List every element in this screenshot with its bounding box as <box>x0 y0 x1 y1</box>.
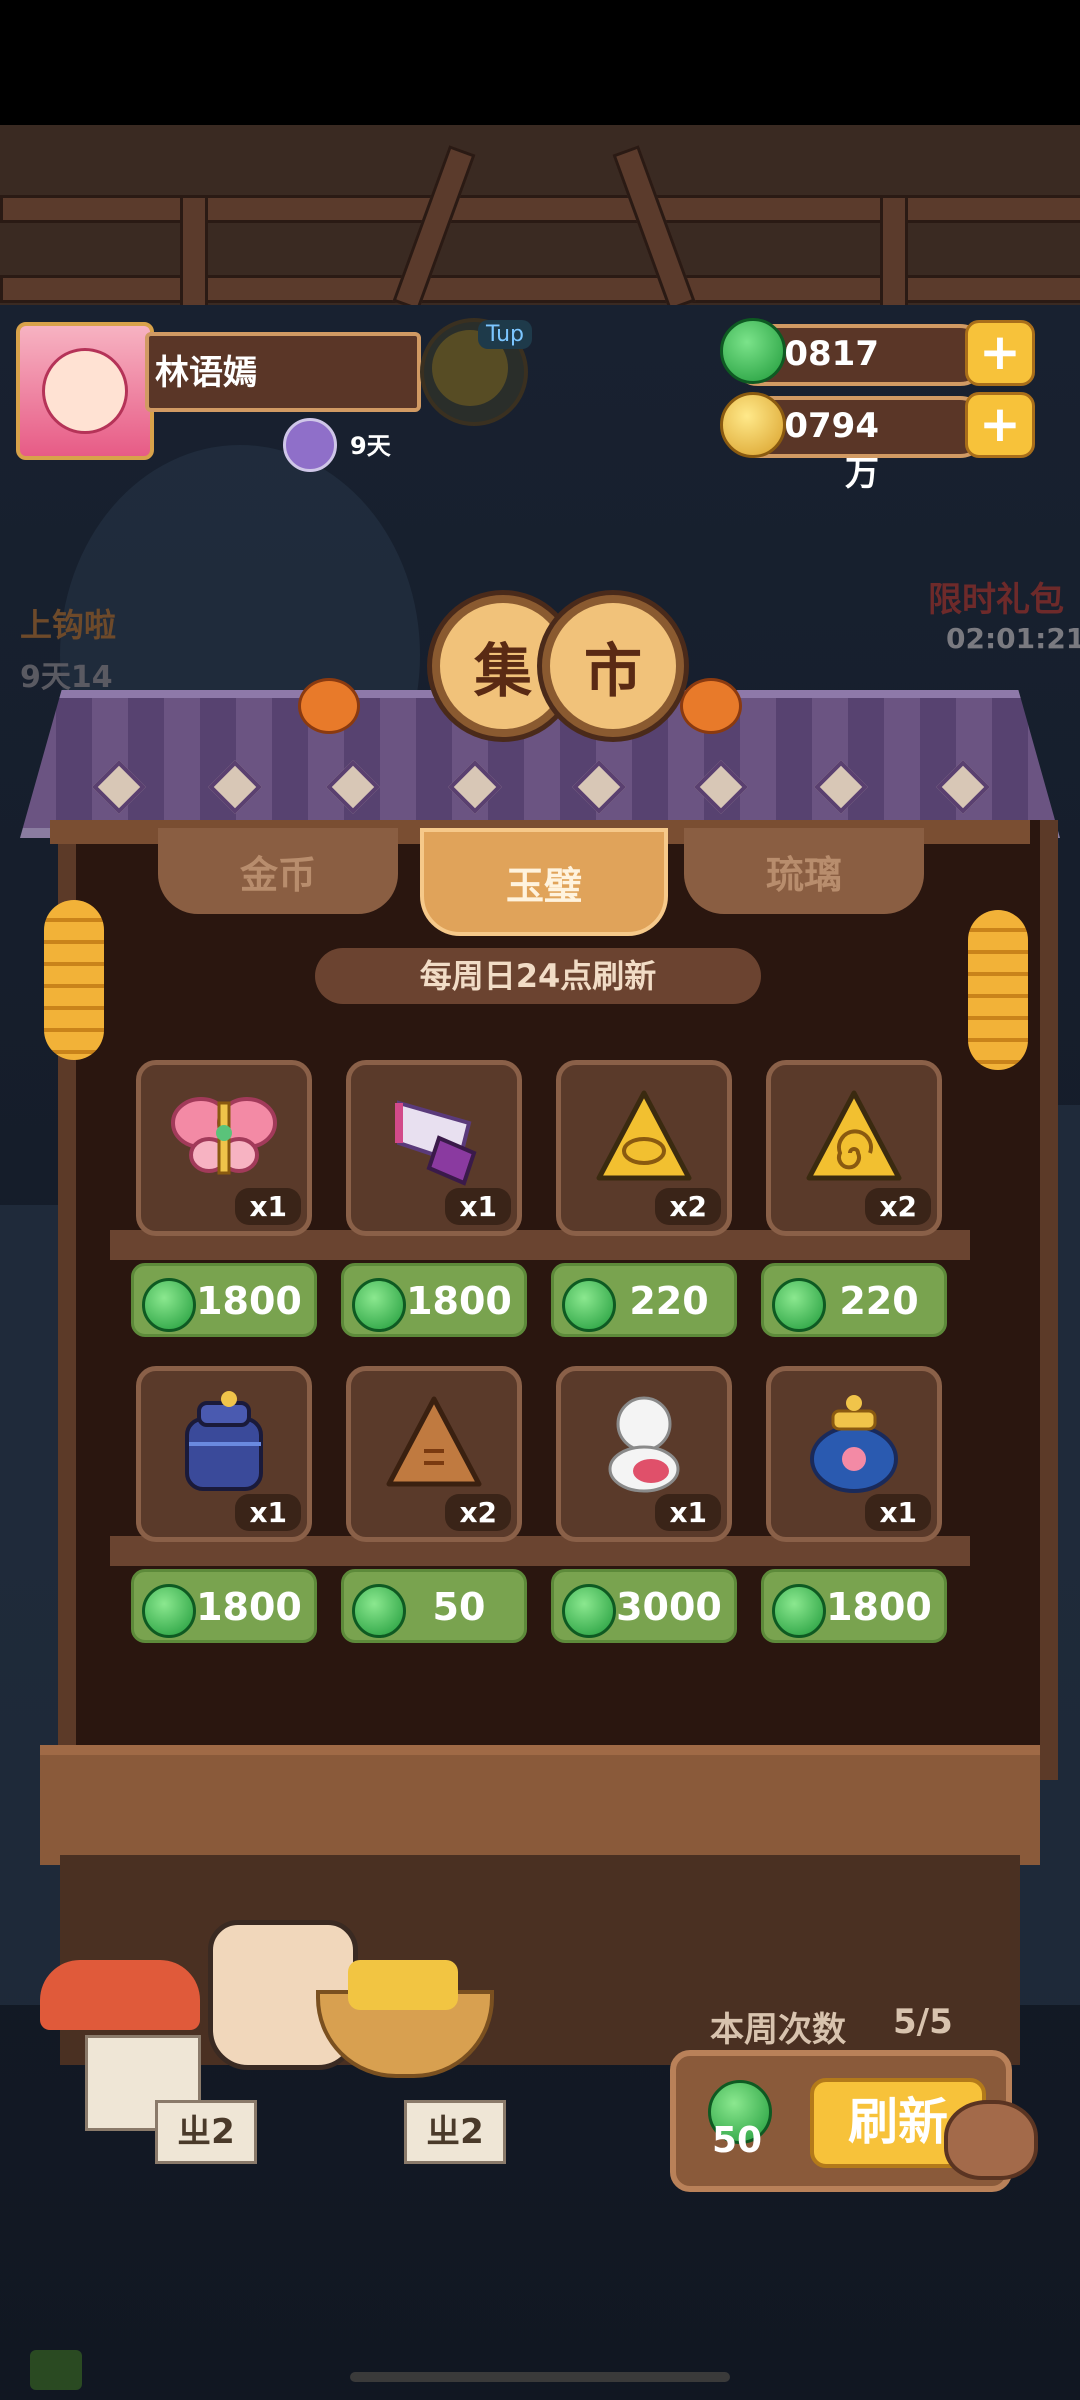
item-quantity: x1 <box>235 1494 301 1531</box>
jade-icon <box>562 1584 616 1638</box>
companion-avatar-icon[interactable] <box>283 418 337 472</box>
shop-item-card[interactable]: x2 <box>556 1060 732 1236</box>
jade-icon <box>142 1278 196 1332</box>
jade-icon <box>352 1584 406 1638</box>
tab-gold-coin[interactable]: 金币 <box>158 828 398 914</box>
home-indicator[interactable] <box>350 2372 730 2382</box>
tup-label: Tup <box>478 320 533 349</box>
price-tag-sign: ㄓ2 <box>404 2100 506 2164</box>
refresh-cost: 50 <box>712 2120 763 2161</box>
price-button[interactable]: 3000 <box>551 1569 737 1643</box>
jade-icon <box>562 1278 616 1332</box>
fruit-pile-icon <box>40 1960 200 2030</box>
jade-icon <box>772 1278 826 1332</box>
weekly-attempts-count: 5/5 <box>893 2002 953 2042</box>
item-quantity: x1 <box>655 1494 721 1531</box>
title-badge-shi: 市 <box>542 595 684 737</box>
item-quantity: x1 <box>235 1188 301 1225</box>
jade-icon <box>142 1584 196 1638</box>
tab-glaze[interactable]: 琉璃 <box>684 828 924 914</box>
shop-item-card[interactable]: x1 <box>136 1366 312 1542</box>
saw-icon <box>395 1100 477 1186</box>
item-quantity: x1 <box>865 1494 931 1531</box>
item-quantity: x1 <box>445 1188 511 1225</box>
shop-item-card[interactable]: x1 <box>136 1060 312 1236</box>
corn-decoration-icon <box>968 910 1028 1070</box>
shop-item-card[interactable]: x1 <box>556 1366 732 1542</box>
price-button[interactable]: 50 <box>341 1569 527 1643</box>
tofu-icon <box>348 1960 458 2010</box>
ceiling-beams <box>0 125 1080 305</box>
price-button[interactable]: 220 <box>551 1263 737 1337</box>
jade-icon <box>720 318 786 384</box>
price-button[interactable]: 1800 <box>131 1263 317 1337</box>
persimmon-icon <box>680 678 742 734</box>
limited-pack-timer: 02:01:21 <box>946 622 1080 655</box>
shop-item-card[interactable]: x2 <box>346 1366 522 1542</box>
price-value: 1800 <box>196 1585 302 1629</box>
blue-bound-jar-icon <box>185 1391 263 1491</box>
left-event-title[interactable]: 上钩啦 <box>20 600 116 646</box>
tab-jade[interactable]: 玉璧 <box>420 828 668 936</box>
shop-item-card[interactable]: x1 <box>766 1366 942 1542</box>
add-gold-button[interactable]: + <box>965 392 1035 458</box>
item-quantity: x2 <box>865 1188 931 1225</box>
price-value: 3000 <box>616 1585 722 1629</box>
item-quantity: x2 <box>655 1188 721 1225</box>
butterfly-ornament-icon <box>171 1097 277 1175</box>
gold-coin-icon <box>720 392 786 458</box>
price-button[interactable]: 1800 <box>341 1263 527 1337</box>
price-button[interactable]: 1800 <box>131 1569 317 1643</box>
shop-item-card[interactable]: x1 <box>346 1060 522 1236</box>
stall-counter-front <box>60 1855 1020 2065</box>
price-value: 1800 <box>196 1279 302 1323</box>
add-jade-button[interactable]: + <box>965 320 1035 386</box>
status-bar-area <box>0 0 1080 125</box>
left-event-timer: 9天14 <box>20 660 113 695</box>
days-counter: 9天 <box>350 432 391 460</box>
chef-character-icon <box>608 1396 680 1493</box>
avatar[interactable] <box>16 322 154 460</box>
refresh-schedule-banner: 每周日24点刷新 <box>315 948 761 1004</box>
item-quantity: x2 <box>445 1494 511 1531</box>
shop-item-card[interactable]: x2 <box>766 1060 942 1236</box>
price-tag-sign: ㄓ2 <box>155 2100 257 2164</box>
limited-pack-title[interactable]: 限时礼包 <box>928 572 1064 621</box>
jade-icon <box>352 1278 406 1332</box>
golden-fish-rice-dumpling-icon <box>596 1090 692 1181</box>
golden-spiral-rice-dumpling-icon <box>806 1090 902 1181</box>
brown-rice-dumpling-icon <box>386 1396 482 1487</box>
price-value: 220 <box>629 1279 709 1323</box>
weekly-attempts-label: 本周次数 <box>710 2010 846 2050</box>
price-button[interactable]: 1800 <box>761 1569 947 1643</box>
price-value: 220 <box>839 1279 919 1323</box>
jade-icon <box>772 1584 826 1638</box>
corn-decoration-icon <box>44 900 104 1060</box>
price-value: 1800 <box>406 1279 512 1323</box>
price-value: 1800 <box>826 1585 932 1629</box>
avatar-face-icon <box>42 348 128 434</box>
price-value: 50 <box>432 1585 486 1629</box>
pet-companion-icon[interactable] <box>944 2100 1038 2180</box>
corner-widget-icon[interactable] <box>30 2350 82 2390</box>
stall-counter <box>40 1745 1040 1865</box>
price-button[interactable]: 220 <box>761 1263 947 1337</box>
player-name: 林语嫣 <box>155 353 257 393</box>
cloisonne-jar-icon <box>810 1395 898 1493</box>
persimmon-icon <box>298 678 360 734</box>
